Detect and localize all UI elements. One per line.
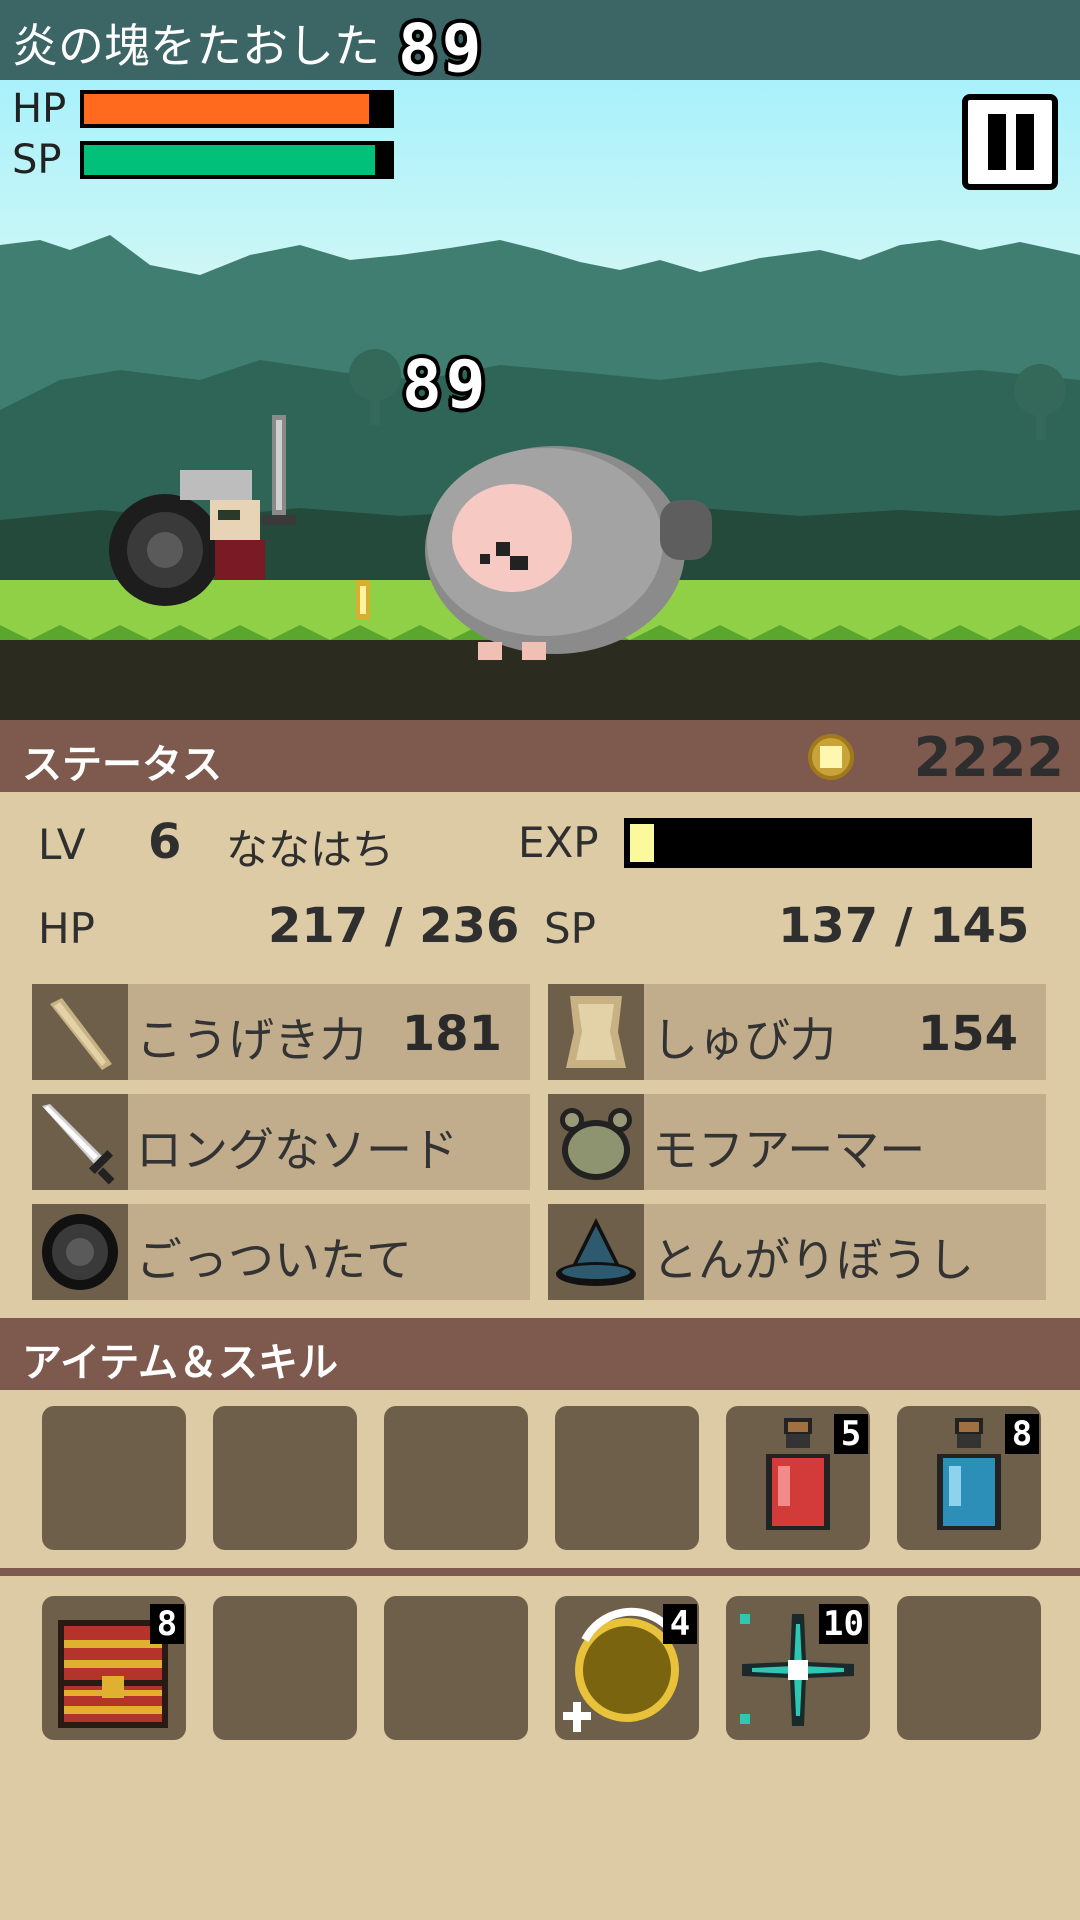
- gold-coin-icon: [808, 734, 854, 780]
- items-divider: [0, 1568, 1080, 1576]
- item-slot-5[interactable]: 5: [726, 1406, 870, 1550]
- damage-popup: 89: [402, 346, 490, 423]
- skill-slot-4[interactable]: 4: [555, 1596, 699, 1740]
- defense-label: しゅび力: [652, 1013, 836, 1067]
- items-header: アイテム＆スキル: [0, 1318, 1080, 1390]
- armor-card[interactable]: モフアーマー: [548, 1094, 1046, 1190]
- sword-icon: [32, 1094, 128, 1190]
- weapon-card[interactable]: ロングなソード: [32, 1094, 530, 1190]
- helmet-card[interactable]: とんがりぼうし: [548, 1204, 1046, 1300]
- shield-label: ごっついたて: [136, 1233, 412, 1287]
- attack-value: 181: [401, 1006, 502, 1062]
- items-title: アイテム＆スキル: [22, 1340, 338, 1386]
- exp-label: EXP: [518, 818, 599, 867]
- status-header: ステータス 2222: [0, 720, 1080, 792]
- lv-value: 6: [148, 814, 182, 870]
- lv-label: LV: [38, 820, 86, 869]
- sp-gauge-fill: [84, 145, 375, 175]
- skill-slot-6[interactable]: [897, 1596, 1041, 1740]
- attack-label: こうげき力: [136, 1013, 366, 1067]
- armor-icon: [548, 1094, 644, 1190]
- hp-gauge: [80, 90, 394, 128]
- battle-message: 炎の塊をたおした: [12, 19, 380, 73]
- exp-bar-fill: [630, 824, 654, 862]
- pause-icon: [988, 114, 1006, 170]
- hat-icon: [548, 1204, 644, 1300]
- item-slot-3[interactable]: [384, 1406, 528, 1550]
- sp-stat-value: 137 / 145: [778, 898, 1030, 954]
- attack-icon: [32, 984, 128, 1080]
- shield-card[interactable]: ごっついたて: [32, 1204, 530, 1300]
- skill-count-5: 10: [819, 1604, 868, 1644]
- item-slot-6[interactable]: 8: [897, 1406, 1041, 1550]
- status-title: ステータス: [22, 742, 222, 788]
- attack-stat-card: こうげき力 181: [32, 984, 530, 1080]
- skill-count-1: 8: [150, 1604, 184, 1644]
- item-count-6: 8: [1005, 1414, 1039, 1454]
- armor-label: モフアーマー: [652, 1123, 926, 1177]
- message-damage-number: 89: [398, 10, 486, 87]
- pause-icon-bar: [1016, 114, 1034, 170]
- battle-scene: HP SP 89: [0, 80, 1080, 720]
- message-bar: 炎の塊をたおした 89: [0, 0, 1080, 84]
- hp-stat-value: 217 / 236: [268, 898, 520, 954]
- helmet-label: とんがりぼうし: [652, 1233, 974, 1287]
- defense-value: 154: [917, 1006, 1018, 1062]
- sp-gauge: [80, 141, 394, 179]
- item-count-5: 5: [834, 1414, 868, 1454]
- shield-icon: [32, 1204, 128, 1300]
- player-name: ななはち: [226, 825, 395, 874]
- skill-slot-5[interactable]: 10: [726, 1596, 870, 1740]
- gold-amount: 2222: [913, 726, 1064, 789]
- hp-stat-label: HP: [38, 904, 95, 953]
- weapon-label: ロングなソード: [136, 1123, 458, 1177]
- skill-slot-3[interactable]: [384, 1596, 528, 1740]
- hud-sp-label: SP: [12, 137, 62, 183]
- pause-button[interactable]: [962, 94, 1058, 190]
- item-slot-1[interactable]: [42, 1406, 186, 1550]
- skill-count-4: 4: [663, 1604, 697, 1644]
- hud-hp-label: HP: [12, 86, 67, 132]
- skill-slot-2[interactable]: [213, 1596, 357, 1740]
- exp-bar: [624, 818, 1032, 868]
- item-slot-2[interactable]: [213, 1406, 357, 1550]
- skill-slot-1[interactable]: 8: [42, 1596, 186, 1740]
- sp-stat-label: SP: [544, 904, 596, 953]
- defense-stat-card: しゅび力 154: [548, 984, 1046, 1080]
- hp-gauge-fill: [84, 94, 369, 124]
- item-slot-4[interactable]: [555, 1406, 699, 1550]
- defense-icon: [548, 984, 644, 1080]
